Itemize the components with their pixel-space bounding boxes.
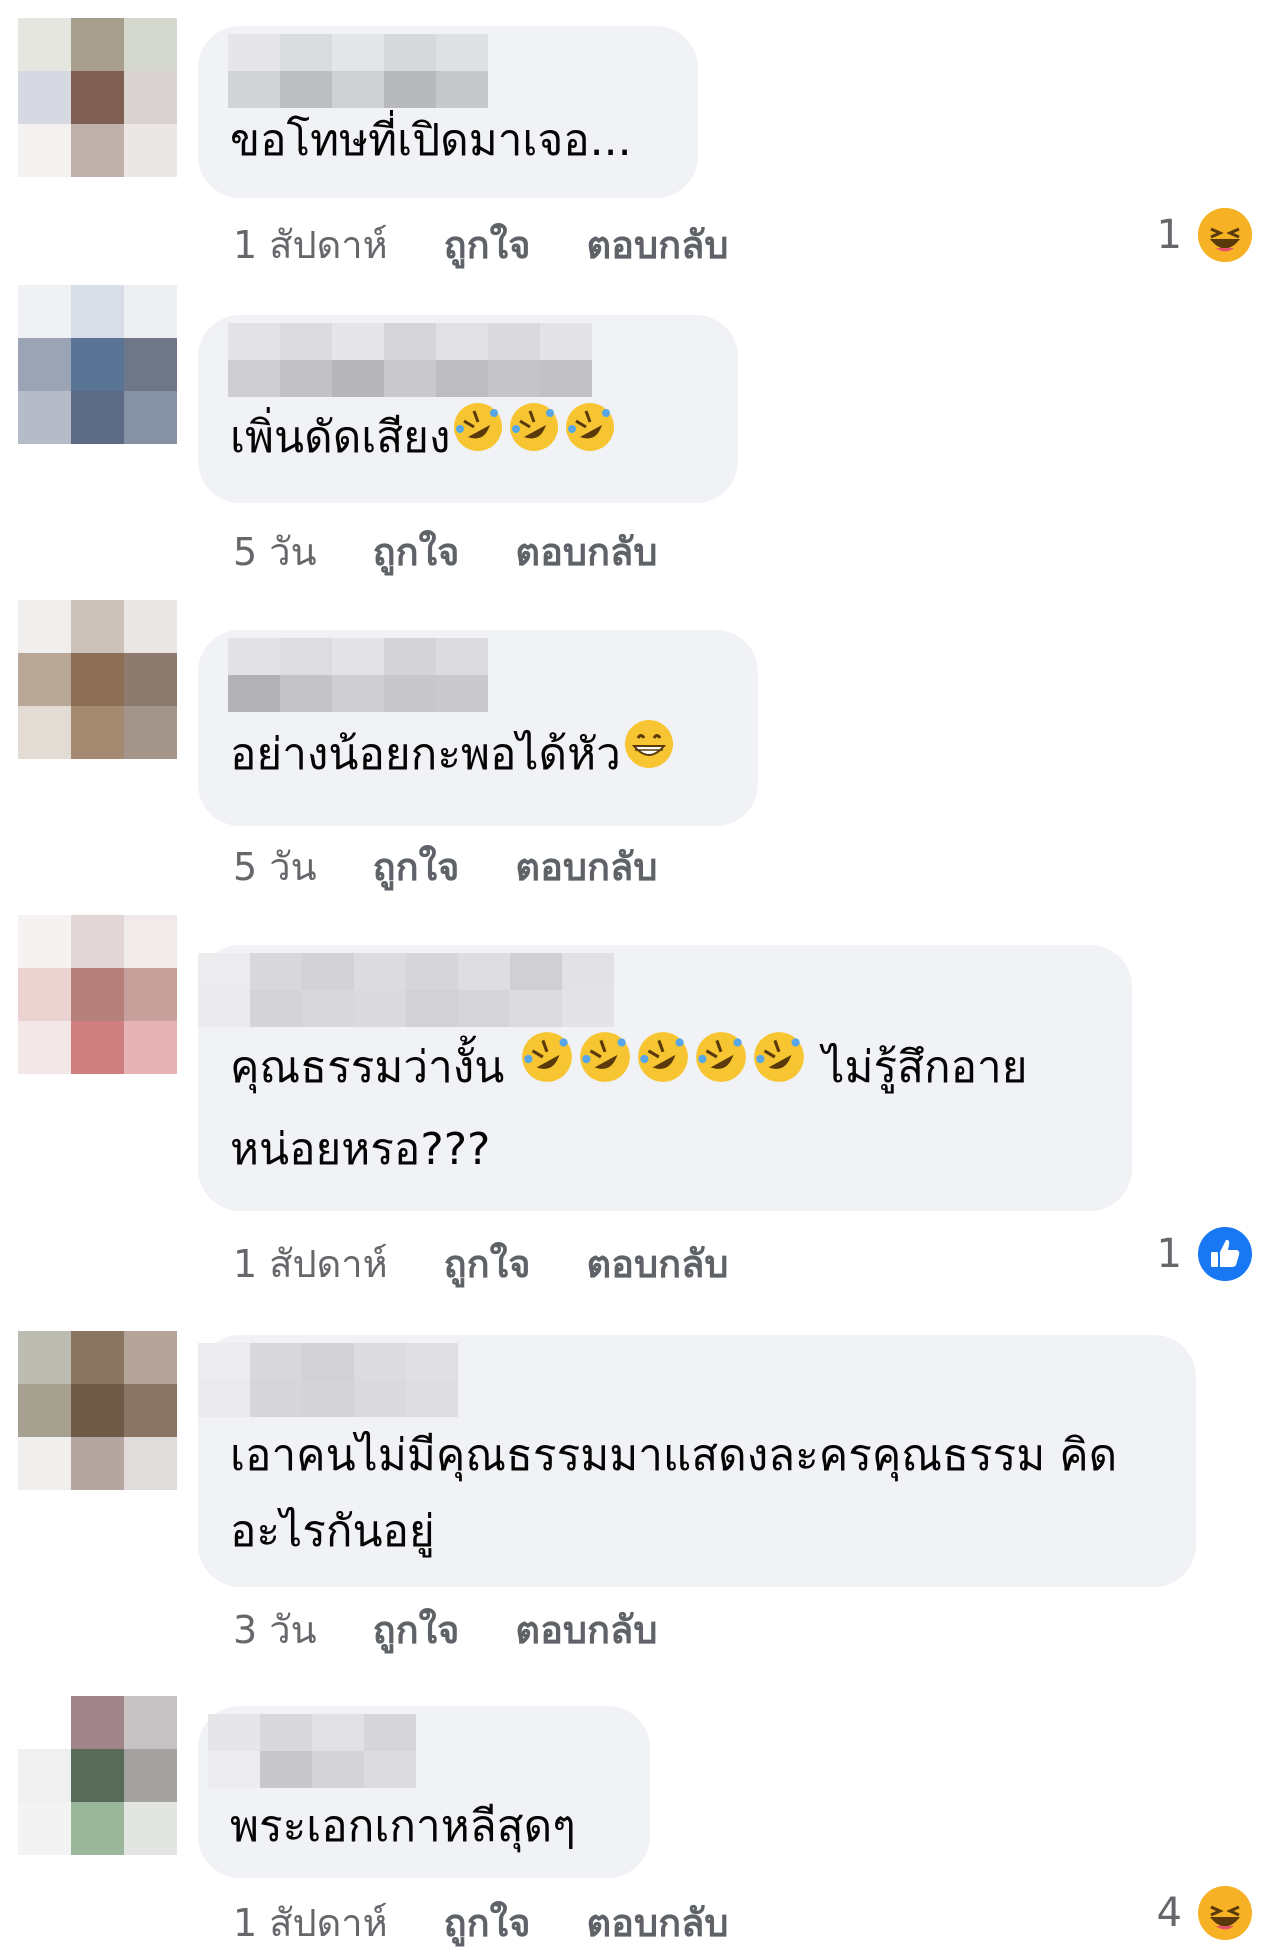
rofl-emoji (750, 1028, 808, 1113)
reply-button[interactable]: ตอบกลับ (586, 1233, 728, 1294)
avatar[interactable] (18, 1331, 178, 1491)
reply-button[interactable]: ตอบกลับ (586, 214, 728, 275)
like-button[interactable]: ถูกใจ (444, 1892, 531, 1953)
rofl-emoji (576, 1028, 634, 1113)
timestamp[interactable]: 5 วัน (233, 521, 317, 582)
comment-text: พระเอกเกาหลีสุดๆ (230, 1801, 576, 1852)
comment-text-line1-tail: ไม่รู้สึกอาย (822, 1042, 1028, 1093)
rofl-emoji (692, 1028, 750, 1113)
timestamp[interactable]: 3 วัน (233, 1599, 317, 1660)
comment-meta: 1 สัปดาห์ ถูกใจ ตอบกลับ (233, 1892, 785, 1953)
avatar[interactable] (18, 18, 178, 178)
reply-button[interactable]: ตอบกลับ (515, 836, 657, 897)
rofl-emoji (518, 1028, 576, 1113)
comment-text-line1: เอาคนไม่มีคุณธรรมมาแสดงละครคุณธรรม คิด (230, 1430, 1118, 1481)
comment-meta: 3 วัน ถูกใจ ตอบกลับ (233, 1599, 713, 1660)
rofl-emoji (562, 399, 618, 482)
comment-bubble: เอาคนไม่มีคุณธรรมมาแสดงละครคุณธรรม คิด อ… (198, 1335, 1196, 1587)
comment-text-body: อย่างน้อยกะพอได้หัว (230, 729, 621, 780)
like-button[interactable]: ถูกใจ (444, 214, 531, 275)
like-button[interactable]: ถูกใจ (444, 1233, 531, 1294)
rofl-emoji (634, 1028, 692, 1113)
comment-text-line2: อะไรกันอยู่ (230, 1506, 435, 1557)
timestamp[interactable]: 1 สัปดาห์ (233, 214, 388, 275)
comment-text-line2: หน่อยหรอ??? (230, 1124, 491, 1175)
avatar[interactable] (18, 600, 178, 760)
reply-button[interactable]: ตอบกลับ (515, 521, 657, 582)
reaction-summary[interactable]: 1 (1157, 1227, 1252, 1281)
like-button[interactable]: ถูกใจ (373, 1599, 460, 1660)
reaction-summary[interactable]: 1 (1157, 208, 1252, 262)
timestamp[interactable]: 1 สัปดาห์ (233, 1892, 388, 1953)
comment-text: เพิ่นดัดเสียง (230, 397, 618, 482)
rofl-emoji (450, 399, 506, 482)
timestamp[interactable]: 1 สัปดาห์ (233, 1233, 388, 1294)
comment-text-body: เพิ่นดัดเสียง (230, 412, 451, 463)
comment-text: คุณธรรมว่างั้น ไม่รู้สึกอาย (230, 1027, 1028, 1113)
comment-bubble: คุณธรรมว่างั้น ไม่รู้สึกอาย หน่อยหรอ??? (198, 945, 1132, 1211)
timestamp[interactable]: 5 วัน (233, 836, 317, 897)
reaction-count: 4 (1156, 1890, 1182, 1936)
grin-emoji (621, 716, 677, 799)
reaction-summary[interactable]: 4 (1157, 1886, 1252, 1940)
comment-text: อย่างน้อยกะพอได้หัว (230, 714, 677, 799)
haha-icon (1198, 208, 1252, 262)
comment-text: ขอโทษที่เปิดมาเจอ... (230, 115, 632, 166)
reply-button[interactable]: ตอบกลับ (515, 1599, 657, 1660)
like-button[interactable]: ถูกใจ (373, 836, 460, 897)
comment-meta: 5 วัน ถูกใจ ตอบกลับ (233, 836, 713, 897)
comment-meta: 5 วัน ถูกใจ ตอบกลับ (233, 521, 713, 582)
reaction-count: 1 (1156, 212, 1182, 258)
comment-meta: 1 สัปดาห์ ถูกใจ ตอบกลับ (233, 1233, 785, 1294)
comment-bubble: อย่างน้อยกะพอได้หัว (198, 630, 758, 826)
comment-meta: 1 สัปดาห์ ถูกใจ ตอบกลับ (233, 214, 785, 275)
reaction-count: 1 (1156, 1231, 1182, 1277)
rofl-emoji (506, 399, 562, 482)
haha-icon (1198, 1886, 1252, 1940)
comment-text-line1: คุณธรรมว่างั้น (230, 1042, 505, 1093)
reply-button[interactable]: ตอบกลับ (586, 1892, 728, 1953)
comment-bubble: พระเอกเกาหลีสุดๆ (198, 1706, 650, 1878)
like-icon (1198, 1227, 1252, 1281)
comment-bubble: ขอโทษที่เปิดมาเจอ... (198, 26, 698, 198)
comment-bubble: เพิ่นดัดเสียง (198, 315, 738, 503)
avatar[interactable] (18, 285, 178, 445)
like-button[interactable]: ถูกใจ (373, 521, 460, 582)
avatar[interactable] (18, 1696, 178, 1856)
avatar[interactable] (18, 915, 178, 1075)
